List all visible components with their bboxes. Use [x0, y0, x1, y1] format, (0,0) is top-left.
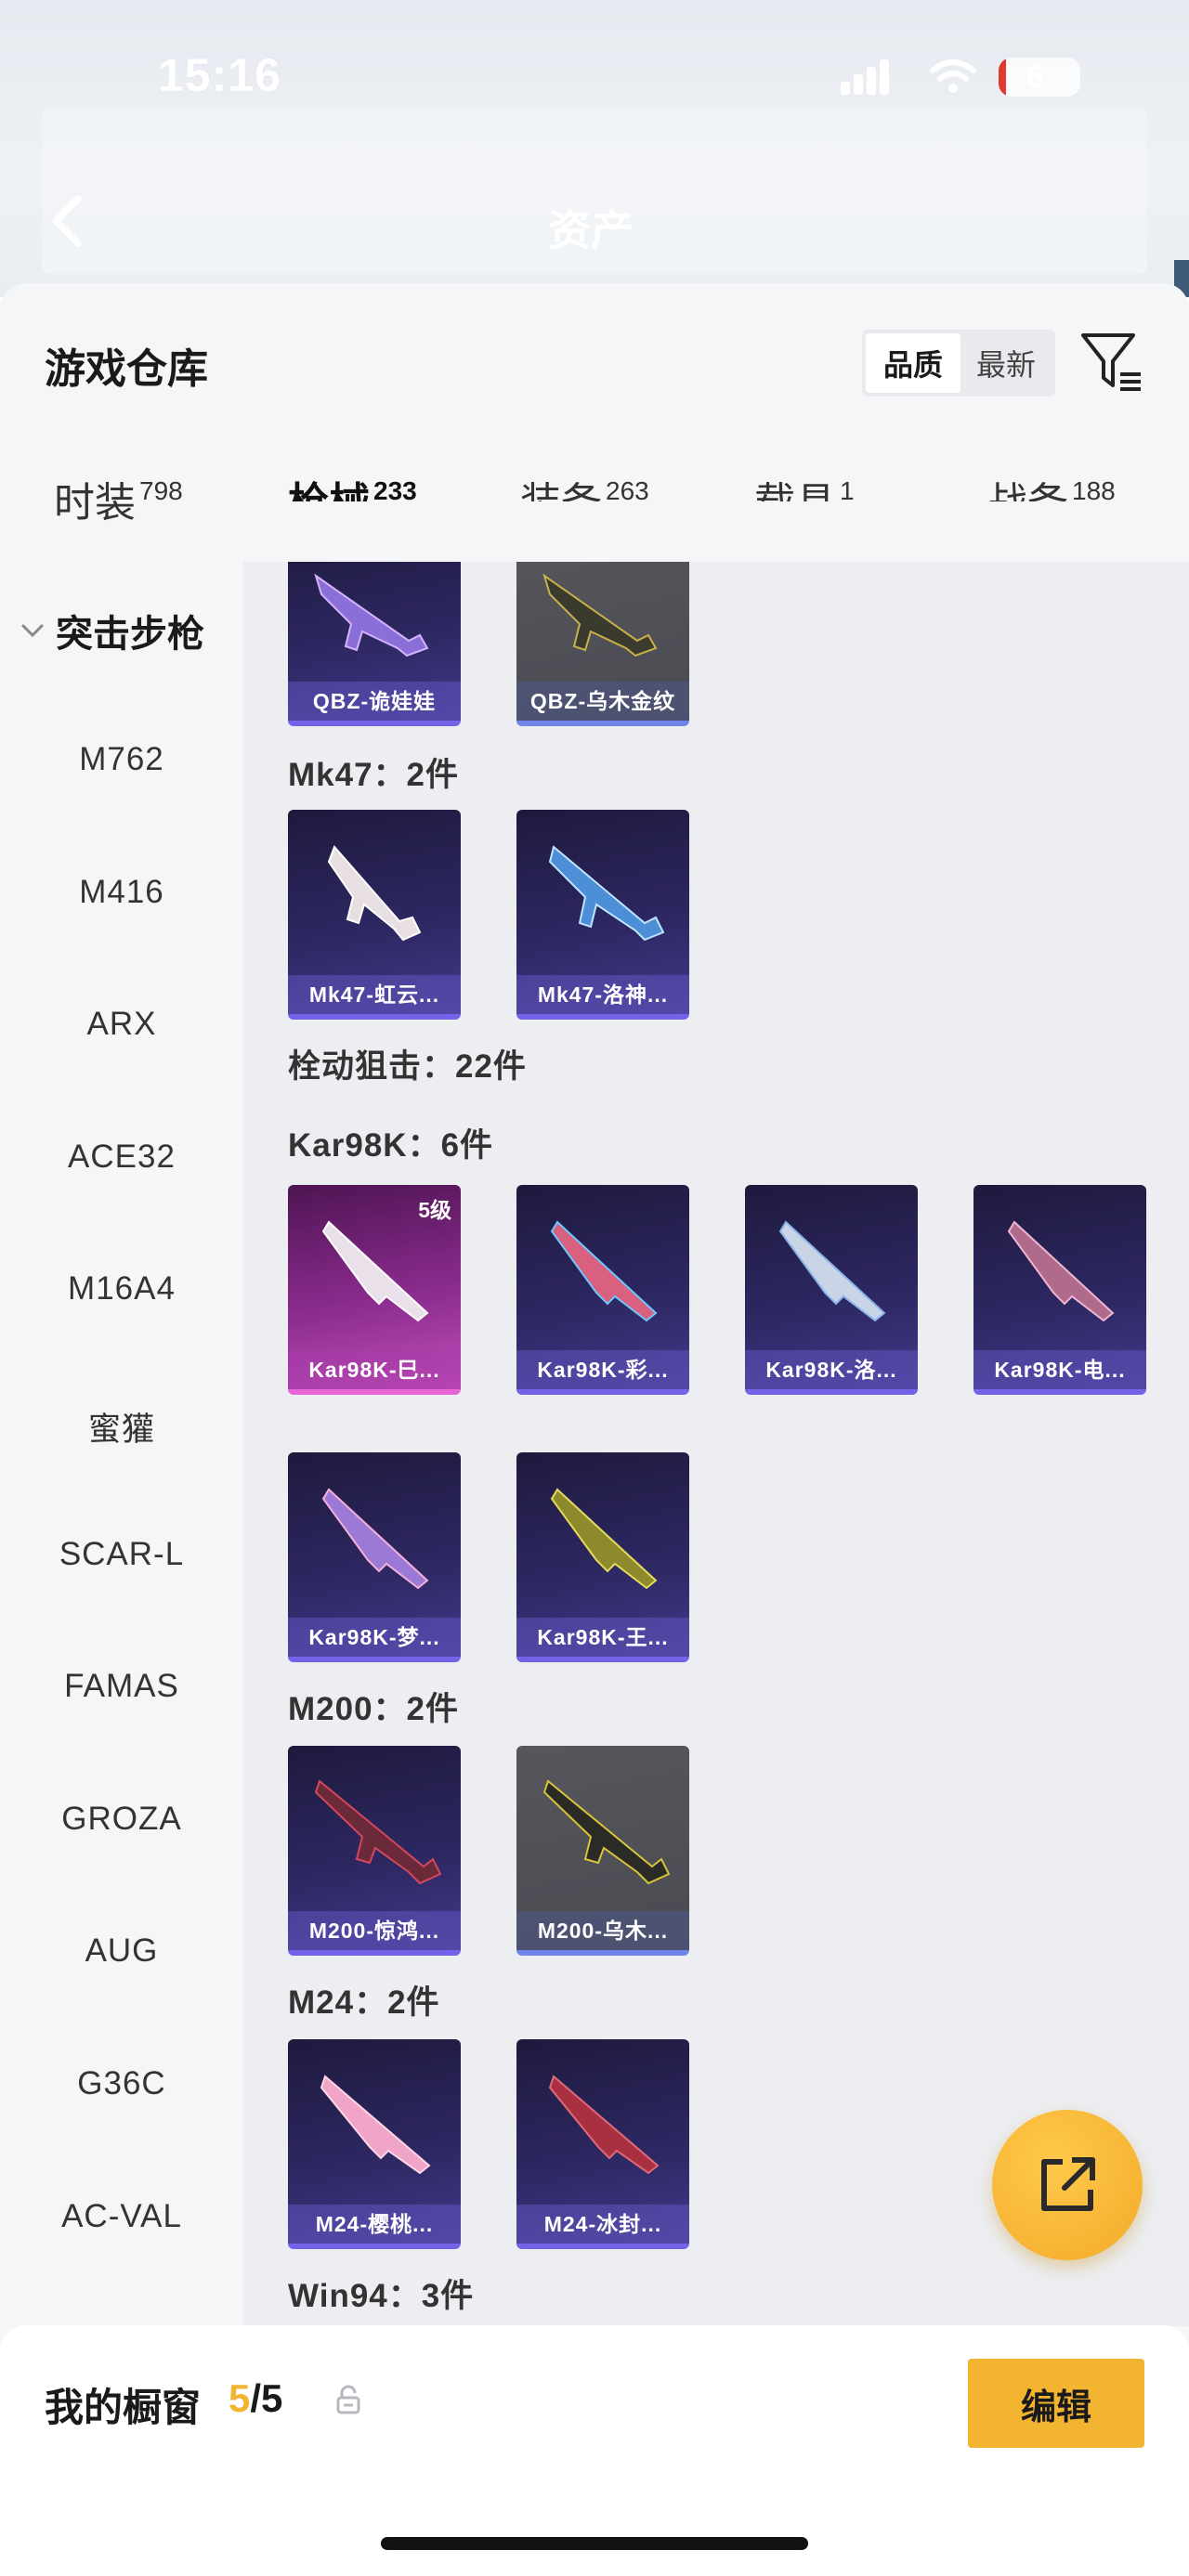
warehouse-title: 游戏仓库 — [45, 346, 208, 392]
sidebar-item-ace32[interactable]: ACE32 — [0, 1138, 243, 1176]
rifle-icon — [321, 1488, 429, 1590]
skin-name: Mk47-虹云... — [288, 975, 461, 1014]
sidebar-item-honey-badger[interactable]: 蜜獾 — [0, 1403, 243, 1451]
skin-card[interactable]: Kar98K-王... — [516, 1452, 689, 1662]
skin-card[interactable]: Kar98K-彩... — [516, 1185, 689, 1395]
rifle-icon — [1007, 1220, 1115, 1322]
lock-icon — [336, 2385, 360, 2414]
section-header-m200: M200：2件 — [288, 1691, 460, 1727]
share-button[interactable] — [992, 2110, 1143, 2260]
header-mask — [243, 501, 1189, 562]
rifle-icon — [320, 2075, 431, 2175]
skin-name: Kar98K-洛... — [745, 1350, 918, 1389]
skin-name: Kar98K-电... — [973, 1350, 1146, 1389]
showcase-count: 5/5 — [229, 2376, 282, 2421]
battery-level: 6 — [1026, 59, 1044, 95]
section-header-win94: Win94：3件 — [288, 2278, 475, 2314]
back-arrow-icon[interactable] — [48, 193, 85, 249]
rifle-icon — [550, 1220, 658, 1322]
sidebar-item-m762[interactable]: M762 — [0, 741, 243, 778]
skin-card[interactable]: M200-惊鸿... — [288, 1746, 461, 1956]
rifle-icon — [548, 845, 665, 942]
home-indicator — [381, 2537, 808, 2550]
filter-icon[interactable] — [1079, 330, 1144, 395]
sidebar-item-ac-val[interactable]: AC-VAL — [0, 2198, 243, 2235]
share-icon — [1041, 2157, 1095, 2211]
skin-name: M24-冰封... — [516, 2205, 689, 2244]
wifi-icon — [930, 59, 976, 93]
sidebar-item-famas[interactable]: FAMAS — [0, 1668, 243, 1705]
sidebar-item-groza[interactable]: GROZA — [0, 1801, 243, 1838]
skin-name: QBZ-乌木金纹 — [516, 682, 689, 721]
edit-button[interactable]: 编辑 — [968, 2359, 1144, 2448]
skin-card[interactable]: M200-乌木... — [516, 1746, 689, 1956]
skin-name: Kar98K-巳... — [288, 1350, 461, 1389]
sort-quality-button[interactable]: 品质 — [866, 333, 960, 393]
signal-icon — [841, 58, 889, 95]
skin-name: Kar98K-王... — [516, 1618, 689, 1657]
skin-card[interactable]: Mk47-虹云... — [288, 810, 461, 1020]
section-header-mk47: Mk47：2件 — [288, 757, 460, 793]
page-title: 资产 — [548, 206, 634, 254]
skin-card[interactable]: Kar98K-电... — [973, 1185, 1146, 1395]
sidebar-item-arx[interactable]: ARX — [0, 1006, 243, 1043]
skin-card[interactable]: 5级 Kar98K-巳... — [288, 1185, 461, 1395]
rifle-icon — [550, 1488, 658, 1590]
showcase-title: 我的橱窗 — [45, 2386, 202, 2429]
sidebar-item-g36c[interactable]: G36C — [0, 2065, 243, 2102]
sidebar-category[interactable]: 突击步枪 — [20, 604, 204, 657]
showcase-count-total: /5 — [250, 2376, 283, 2420]
level-badge: 5级 — [418, 1198, 451, 1222]
skin-name: Kar98K-彩... — [516, 1350, 689, 1389]
sidebar-item-m16a4[interactable]: M16A4 — [0, 1270, 243, 1308]
sidebar-item-m416[interactable]: M416 — [0, 874, 243, 911]
chevron-down-icon — [21, 624, 44, 638]
section-header-kar98k: Kar98K：6件 — [288, 1127, 494, 1164]
tab-count: 798 — [139, 476, 183, 505]
sidebar-category-label: 突击步枪 — [56, 614, 204, 655]
sort-toggle: 品质 最新 — [862, 330, 1055, 397]
battery-icon: 6 — [999, 58, 1080, 97]
skin-name: Kar98K-梦... — [288, 1618, 461, 1657]
tab-costume[interactable]: 时装 798 — [54, 469, 183, 528]
skin-name: M24-樱桃... — [288, 2205, 461, 2244]
sidebar-item-aug[interactable]: AUG — [0, 1932, 243, 1970]
skin-name: M200-乌木... — [516, 1911, 689, 1950]
sidebar-item-scar-l[interactable]: SCAR-L — [0, 1536, 243, 1573]
rifle-icon — [542, 1779, 671, 1885]
skin-name: M200-惊鸿... — [288, 1911, 461, 1950]
rifle-icon — [548, 2075, 660, 2175]
skin-name: Mk47-洛神... — [516, 975, 689, 1014]
sort-newest-button[interactable]: 最新 — [960, 333, 1052, 393]
tab-label: 时装 — [54, 480, 136, 526]
status-time: 15:16 — [158, 49, 281, 101]
rifle-icon — [314, 1779, 442, 1885]
rifle-icon — [327, 845, 422, 942]
section-header-m24: M24：2件 — [288, 1984, 440, 2021]
section-header-bolt-action: 栓动狙击：22件 — [288, 1048, 527, 1085]
rifle-icon — [778, 1220, 886, 1322]
showcase-count-current: 5 — [229, 2376, 251, 2420]
skin-card[interactable]: Kar98K-梦... — [288, 1452, 461, 1662]
skin-card[interactable]: M24-樱桃... — [288, 2039, 461, 2249]
skin-card[interactable]: M24-冰封... — [516, 2039, 689, 2249]
skin-card[interactable]: Mk47-洛神... — [516, 810, 689, 1020]
skin-card[interactable]: Kar98K-洛... — [745, 1185, 918, 1395]
skin-name: QBZ-诡娃娃 — [288, 682, 461, 721]
